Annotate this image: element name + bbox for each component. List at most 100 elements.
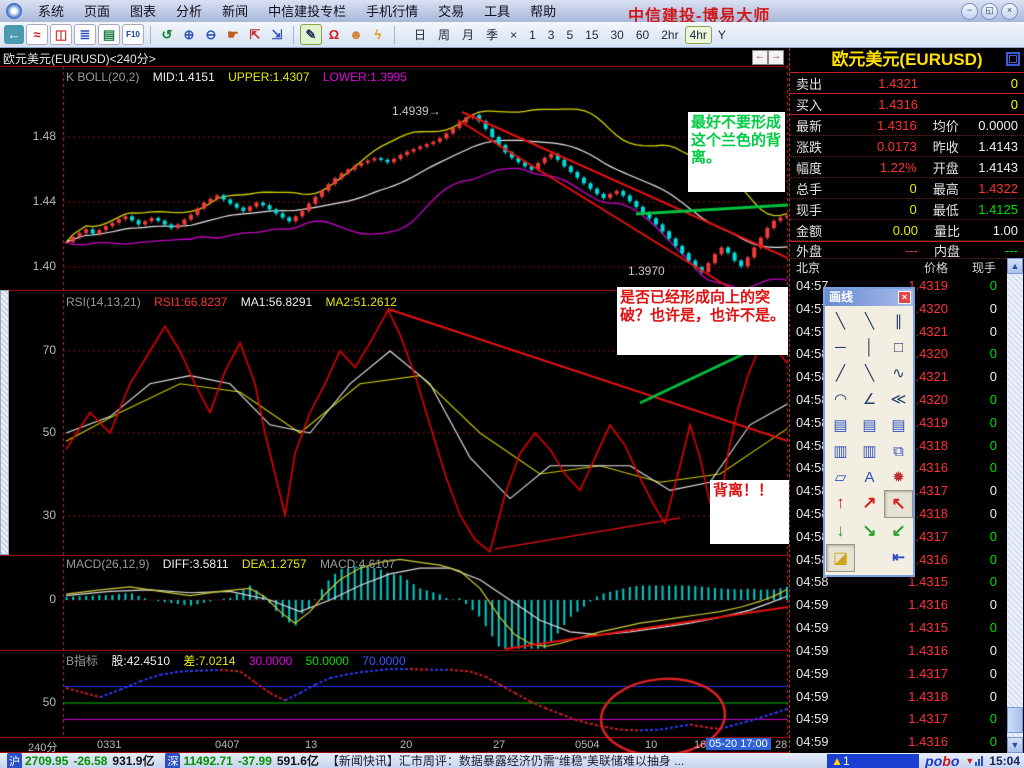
arc-tool[interactable]: ◠ bbox=[826, 386, 855, 412]
menu-item[interactable]: 新闻 bbox=[212, 4, 258, 19]
percent-lines-tool[interactable]: ▥ bbox=[826, 438, 855, 464]
timeshare-chart-icon[interactable]: ◫ bbox=[50, 24, 72, 45]
period-button-Y[interactable]: Y bbox=[712, 27, 732, 43]
golden-vertical-tool[interactable]: ▤ bbox=[855, 412, 884, 438]
waipan-label: 外盘 bbox=[796, 243, 823, 259]
period-button-60[interactable]: 60 bbox=[630, 27, 655, 43]
period-button-×[interactable]: × bbox=[504, 27, 523, 43]
tab-prev-icon[interactable]: ← bbox=[752, 50, 768, 65]
period-button-月[interactable]: 月 bbox=[456, 25, 480, 44]
alarm-icon[interactable]: Ω bbox=[324, 25, 344, 44]
period-button-5[interactable]: 5 bbox=[560, 27, 579, 43]
panel-restore-icon[interactable] bbox=[1006, 52, 1020, 66]
chart-canvas[interactable] bbox=[0, 48, 789, 753]
annotation-note-divergence-warning[interactable]: 最好不要形成这个兰色的背离。 bbox=[688, 112, 785, 192]
tab-next-icon[interactable]: → bbox=[768, 50, 784, 65]
quote-row: 最新 1.4316 均价 0.0000 bbox=[790, 115, 1024, 136]
drag-hand-icon[interactable]: ☛ bbox=[223, 25, 243, 44]
refresh-icon[interactable]: ↺ bbox=[157, 25, 177, 44]
tick-row[interactable]: 04:59 1.4316 0 bbox=[790, 639, 1024, 662]
period-button-周[interactable]: 周 bbox=[432, 25, 456, 44]
back-icon[interactable]: ← bbox=[4, 25, 24, 44]
palette-title-bar[interactable]: 画线 × bbox=[825, 289, 913, 306]
arrow-se-icon[interactable]: ↘ bbox=[855, 518, 884, 544]
arrow-down-icon[interactable]: ↓ bbox=[826, 518, 855, 544]
annotation-note-divergence[interactable]: 背离！！ bbox=[710, 480, 789, 544]
flash-icon[interactable]: ϟ bbox=[368, 25, 388, 44]
minimize-icon[interactable]: − bbox=[961, 3, 978, 20]
menu-item[interactable]: 页面 bbox=[74, 4, 120, 19]
news-ticker[interactable]: 【新闻快讯】汇市周评：数据暴露经济仍需“维稳”美联储难以抽身 ... bbox=[327, 752, 827, 768]
arrow-nw-icon[interactable]: ↖ bbox=[884, 490, 913, 518]
tick-row[interactable]: 04:59 1.4317 0 bbox=[790, 707, 1024, 730]
period-button-季[interactable]: 季 bbox=[480, 25, 504, 44]
period-button-日[interactable]: 日 bbox=[408, 25, 432, 44]
next-page-icon[interactable]: ⇲ bbox=[267, 25, 287, 44]
alert-indicator[interactable]: ▲1 bbox=[827, 753, 920, 768]
line-dot-tool[interactable]: ╲ bbox=[855, 308, 884, 334]
arrow-up-icon[interactable]: ↑ bbox=[826, 490, 855, 516]
users-icon[interactable]: ☻ bbox=[346, 25, 366, 44]
tick-row[interactable]: 04:59 1.4318 0 bbox=[790, 685, 1024, 708]
draw-line-icon[interactable]: ✎ bbox=[300, 24, 322, 45]
cycle-tool[interactable]: ✹ bbox=[884, 464, 913, 490]
curve-tool[interactable]: ∿ bbox=[884, 360, 913, 386]
scroll-down-icon[interactable]: ▼ bbox=[1007, 737, 1023, 753]
period-button-30[interactable]: 30 bbox=[605, 27, 630, 43]
tick-row[interactable]: 04:59 1.4317 0 bbox=[790, 662, 1024, 685]
channel-flag-tool[interactable]: ⧉ bbox=[884, 438, 913, 464]
ray-tool[interactable]: ╲ bbox=[855, 360, 884, 386]
prev-page-icon[interactable]: ⇱ bbox=[245, 25, 265, 44]
x-axis-label: 20 bbox=[400, 739, 413, 751]
line-tool[interactable]: ╲ bbox=[826, 308, 855, 334]
gann-fan-tool[interactable]: ≪ bbox=[884, 386, 913, 412]
close-icon[interactable]: × bbox=[1001, 3, 1018, 20]
menu-item[interactable]: 分析 bbox=[166, 4, 212, 19]
regression-channel-tool[interactable]: ▱ bbox=[826, 464, 855, 490]
period-button-15[interactable]: 15 bbox=[579, 27, 604, 43]
annotation-note-breakout-question[interactable]: 是否已经形成向上的突破？也许是，也许不是。 bbox=[617, 287, 788, 355]
text-tool[interactable]: A bbox=[855, 464, 884, 490]
gann-lines-tool[interactable]: ▥ bbox=[855, 438, 884, 464]
parallel-lines-tool[interactable]: ∥ bbox=[884, 308, 913, 334]
toolbar: ← ≈ ◫ ≣ ▤ F10 ↺ ⊕ ⊖ ☛ ⇱ ⇲ ✎ Ω ☻ ϟ 日周月季 × 1 3 5 15 30 60 2hr 4hr Y bbox=[0, 22, 1024, 48]
menu-item[interactable]: 帮助 bbox=[520, 4, 566, 19]
restore-icon[interactable]: ◱ bbox=[981, 3, 998, 20]
period-button-1[interactable]: 1 bbox=[523, 27, 542, 43]
scroll-up-icon[interactable]: ▲ bbox=[1007, 258, 1023, 274]
angle-tool[interactable]: ∠ bbox=[855, 386, 884, 412]
menu-item[interactable]: 工具 bbox=[474, 4, 520, 19]
arrow-sw-icon[interactable]: ↙ bbox=[884, 518, 913, 544]
tick-row[interactable]: 04:59 1.4316 0 bbox=[790, 593, 1024, 616]
period-button-4hr[interactable]: 4hr bbox=[684, 25, 712, 44]
scrollbar-thumb[interactable] bbox=[1007, 707, 1023, 733]
period-button-3[interactable]: 3 bbox=[542, 27, 561, 43]
tick-list-scrollbar[interactable]: ▲ ▼ bbox=[1007, 258, 1023, 753]
horizontal-line-tool[interactable]: ─ bbox=[826, 334, 855, 360]
menu-item[interactable]: 图表 bbox=[120, 4, 166, 19]
kline-chart-icon[interactable]: ≈ bbox=[26, 24, 48, 45]
menu-item[interactable]: 手机行情 bbox=[356, 4, 428, 19]
menu-item[interactable]: 中信建投专栏 bbox=[258, 4, 356, 19]
golden-section-tool[interactable]: ▤ bbox=[826, 412, 855, 438]
info-list-icon[interactable]: ▤ bbox=[98, 24, 120, 45]
arrow-ne-icon[interactable]: ↗ bbox=[855, 490, 884, 516]
tick-row[interactable]: 04:59 1.4315 0 bbox=[790, 616, 1024, 639]
quote-list-icon[interactable]: ≣ bbox=[74, 24, 96, 45]
tick-row[interactable]: 04:59 1.4316 0 bbox=[790, 730, 1024, 753]
exit-tool[interactable]: ⇤ bbox=[884, 544, 913, 570]
panel-splitter[interactable] bbox=[0, 290, 9, 555]
menu-item[interactable]: 交易 bbox=[428, 4, 474, 19]
vertical-line-tool[interactable]: │ bbox=[855, 334, 884, 360]
palette-close-icon[interactable]: × bbox=[898, 291, 911, 304]
zoom-in-icon[interactable]: ⊕ bbox=[179, 25, 199, 44]
f10-icon[interactable]: F10 bbox=[122, 24, 144, 45]
golden-extension-tool[interactable]: ▤ bbox=[884, 412, 913, 438]
rectangle-tool[interactable]: □ bbox=[884, 334, 913, 360]
chart-tab-title[interactable]: 欧元美元(EURUSD)<240分> bbox=[3, 50, 156, 67]
zoom-out-icon[interactable]: ⊖ bbox=[201, 25, 221, 44]
period-button-2hr[interactable]: 2hr bbox=[655, 27, 684, 43]
segment-tool[interactable]: ╱ bbox=[826, 360, 855, 386]
eraser-tool[interactable]: ◪ bbox=[826, 544, 855, 572]
menu-item[interactable]: 系统 bbox=[28, 4, 74, 19]
